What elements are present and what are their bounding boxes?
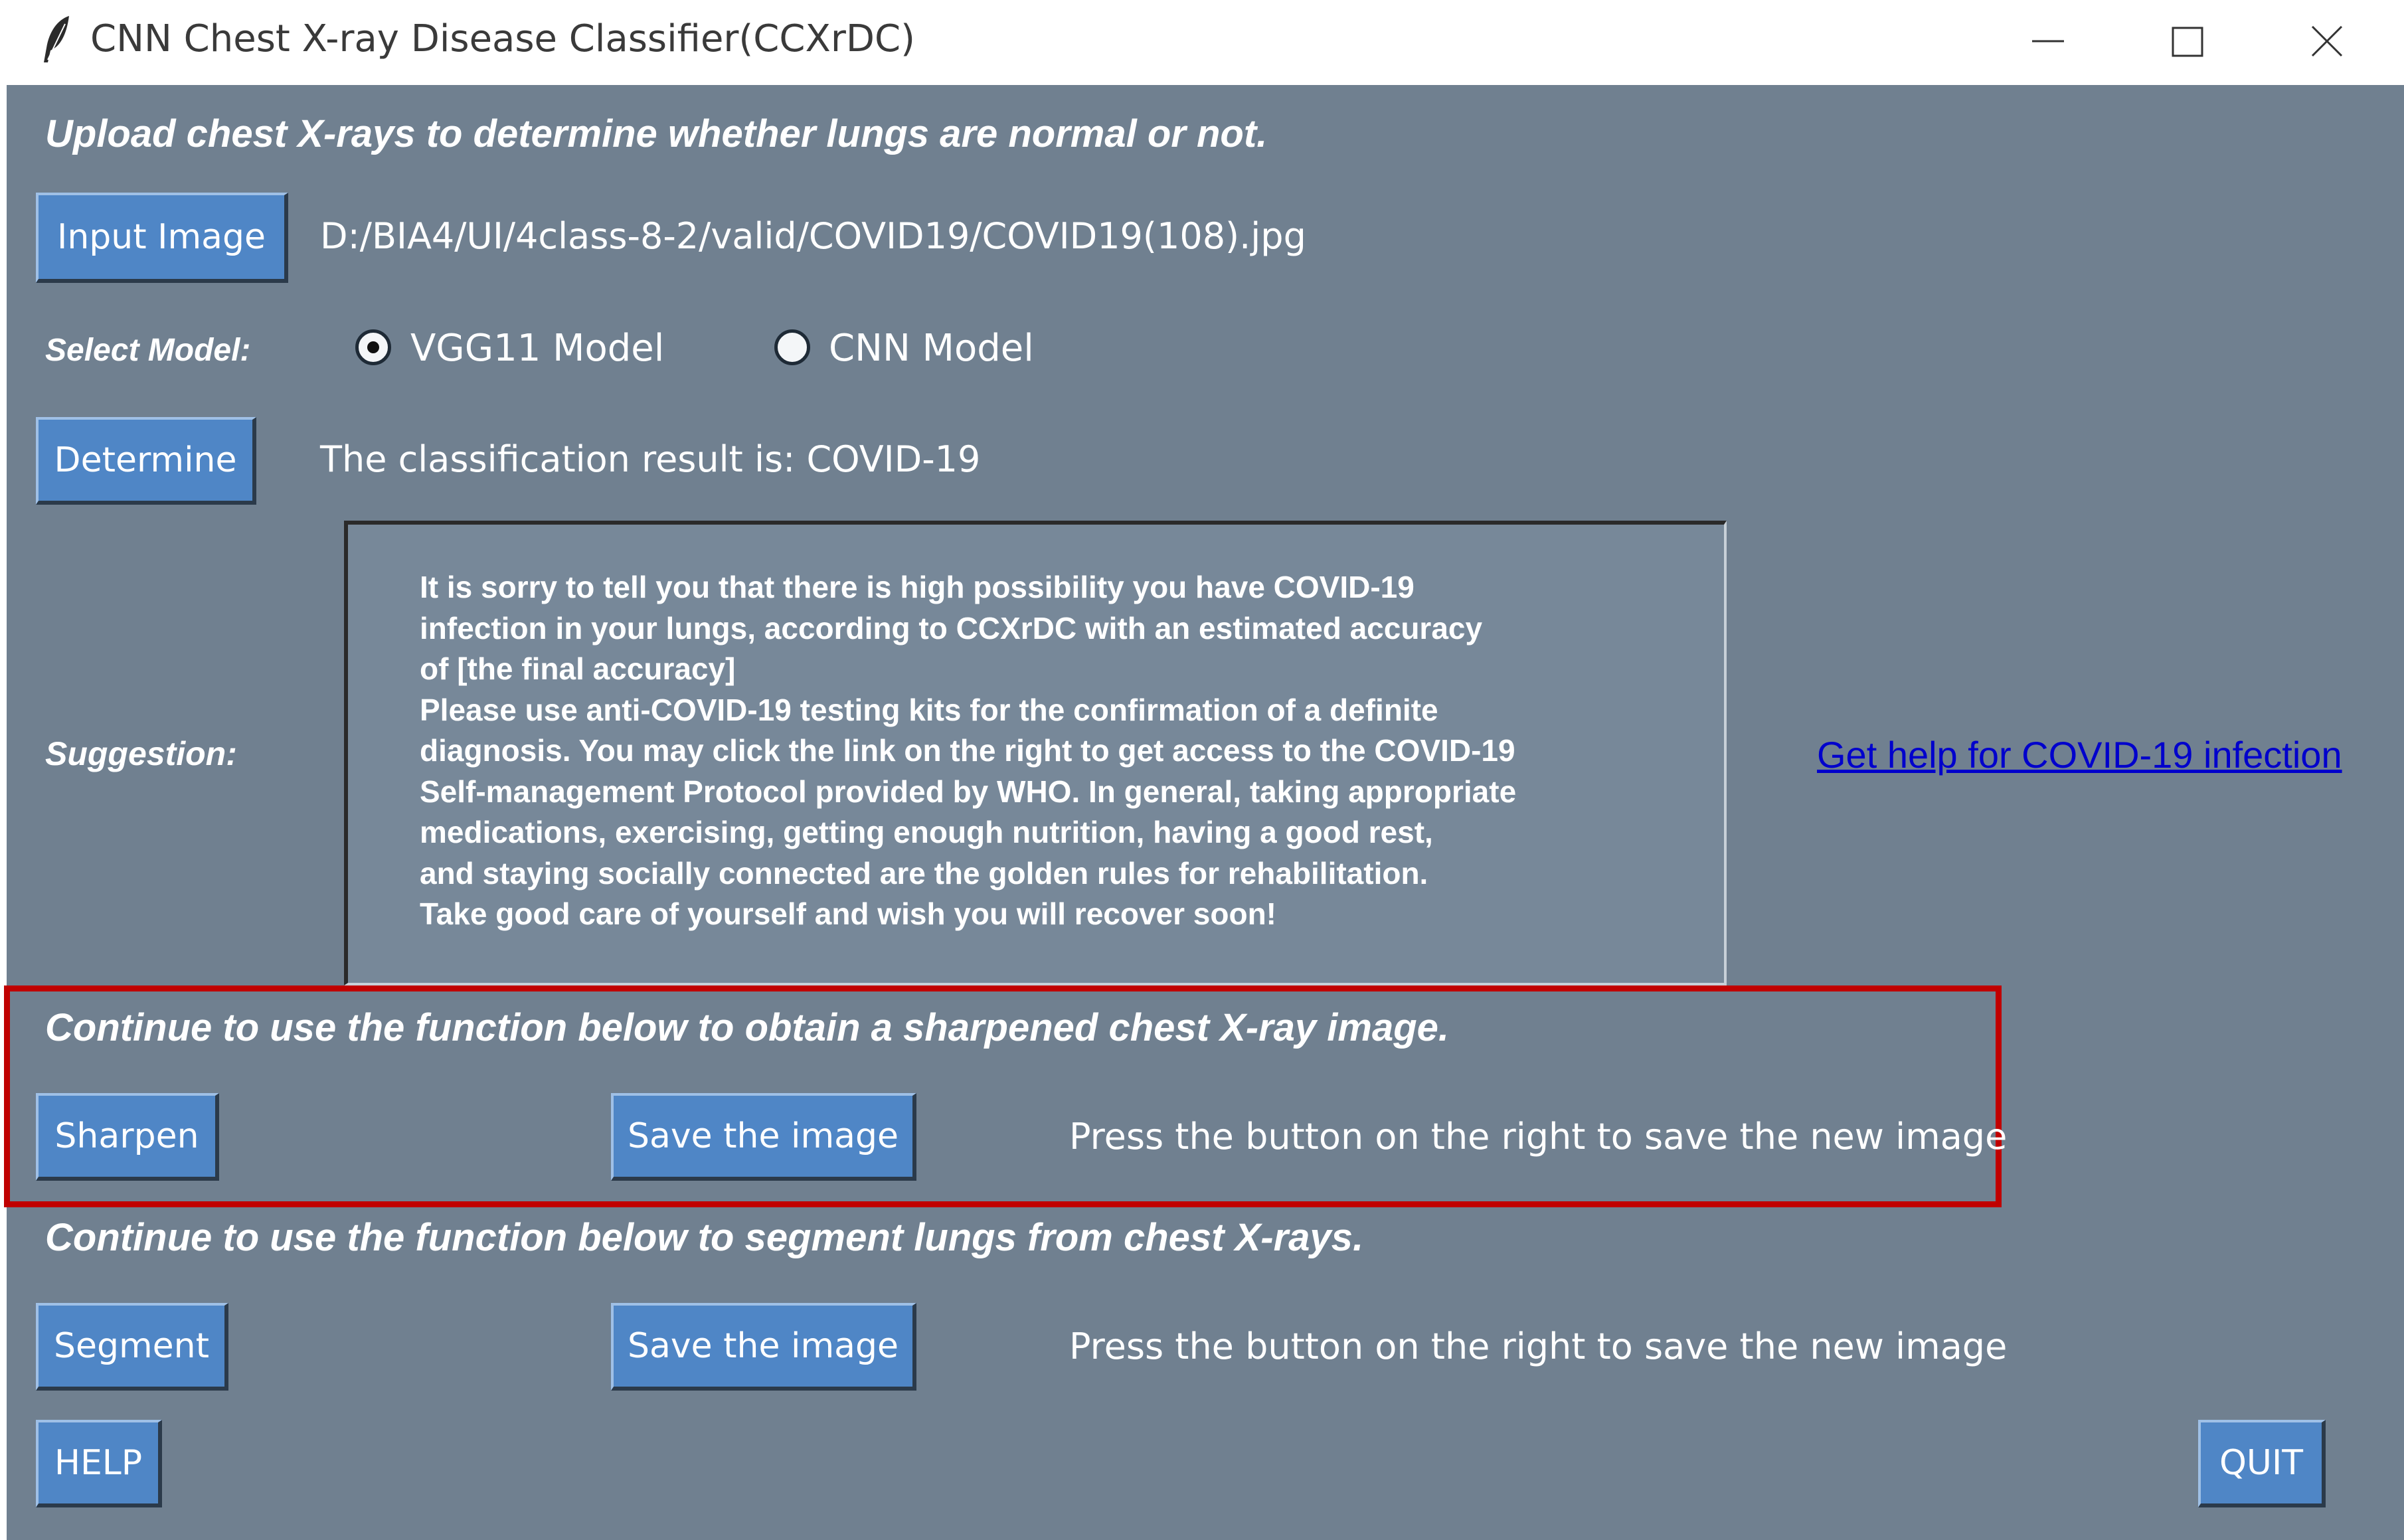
radio-cnn-label[interactable]: CNN Model (829, 327, 1034, 370)
minimize-icon (2032, 40, 2064, 43)
segment-save-hint: Press the button on the right to save th… (1069, 1326, 2008, 1367)
covid-help-link[interactable]: Get help for COVID-19 infection (1817, 733, 2342, 776)
classification-result: The classification result is: COVID-19 (320, 438, 981, 480)
file-path-label: D:/BIA4/UI/4class-8-2/valid/COVID19/COVI… (320, 215, 1306, 257)
save-sharpened-button[interactable]: Save the image (611, 1093, 916, 1181)
upload-instruction: Upload chest X-rays to determine whether… (45, 112, 1268, 155)
radio-selected-dot (367, 341, 379, 353)
radio-cnn-indicator[interactable] (774, 329, 810, 365)
radio-vgg11-label[interactable]: VGG11 Model (410, 327, 664, 370)
sharpen-heading: Continue to use the function below to ob… (45, 1006, 1450, 1049)
close-icon (2311, 25, 2343, 57)
input-image-button[interactable]: Input Image (36, 193, 288, 283)
window-title: CNN Chest X-ray Disease Classifier(CCXrD… (90, 17, 915, 60)
suggestion-label: Suggestion: (45, 735, 237, 772)
app-window: CNN Chest X-ray Disease Classifier(CCXrD… (0, 0, 2404, 1540)
suggestion-text: It is sorry to tell you that there is hi… (420, 570, 1517, 931)
sharpen-save-hint: Press the button on the right to save th… (1069, 1116, 2008, 1157)
help-button[interactable]: HELP (36, 1420, 162, 1507)
maximize-icon (2172, 27, 2203, 57)
radio-vgg11-indicator[interactable] (355, 329, 391, 365)
sharpen-button[interactable]: Sharpen (36, 1093, 219, 1181)
feather-icon (37, 13, 77, 66)
quit-button[interactable]: QUIT (2198, 1420, 2326, 1507)
maximize-button[interactable] (2118, 0, 2257, 85)
minimize-button[interactable] (1979, 0, 2117, 85)
determine-button[interactable]: Determine (36, 417, 256, 505)
segment-button[interactable]: Segment (36, 1303, 228, 1391)
segment-heading: Continue to use the function below to se… (45, 1216, 1364, 1259)
close-button[interactable] (2258, 0, 2396, 85)
title-bar: CNN Chest X-ray Disease Classifier(CCXrD… (0, 0, 2404, 85)
select-model-label: Select Model: (45, 333, 251, 368)
save-segmented-button[interactable]: Save the image (611, 1303, 916, 1391)
suggestion-box: It is sorry to tell you that there is hi… (344, 521, 1727, 985)
main-panel: Upload chest X-rays to determine whether… (4, 85, 2404, 1540)
